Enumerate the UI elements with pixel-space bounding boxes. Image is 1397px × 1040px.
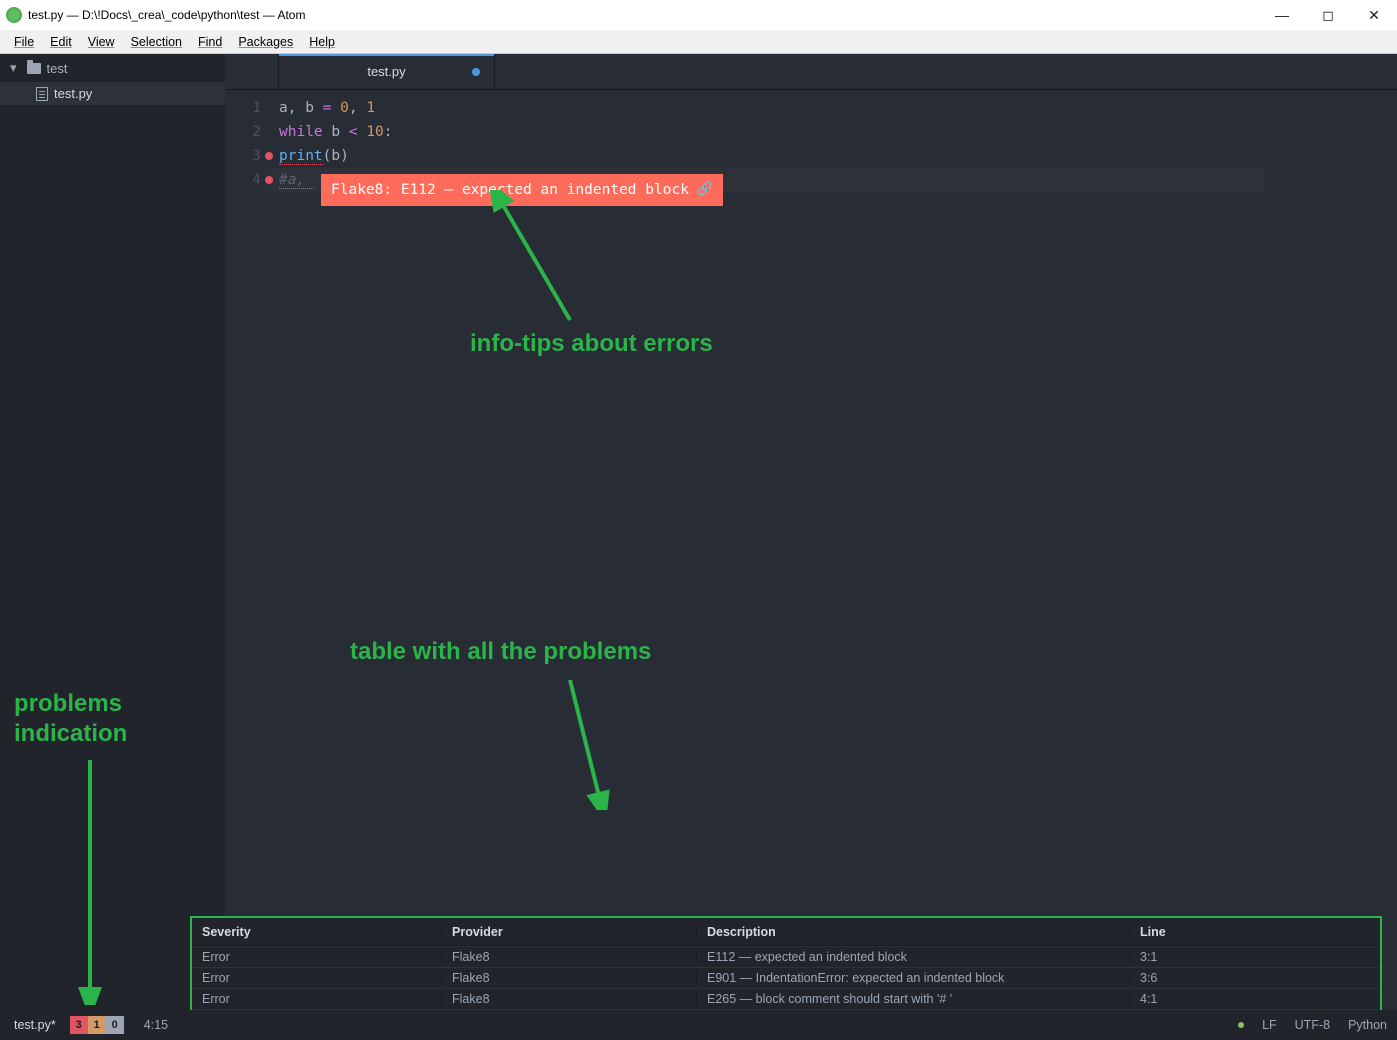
col-severity[interactable]: Severity xyxy=(192,925,442,939)
atom-app-icon xyxy=(6,7,22,23)
status-file[interactable]: test.py* xyxy=(0,1018,70,1032)
problem-row[interactable]: ErrorFlake8E265 — block comment should s… xyxy=(192,988,1380,1009)
window-title: test.py — D:\!Docs\_crea\_code\python\te… xyxy=(28,8,305,22)
col-provider[interactable]: Provider xyxy=(442,925,697,939)
language[interactable]: Python xyxy=(1348,1018,1387,1032)
window-controls: — ◻ ✕ xyxy=(1259,0,1397,30)
col-line[interactable]: Line xyxy=(1130,925,1380,939)
linter-tooltip[interactable]: Flake8: E112 — expected an indented bloc… xyxy=(321,174,723,206)
encoding[interactable]: UTF-8 xyxy=(1295,1018,1330,1032)
minimize-button[interactable]: — xyxy=(1259,0,1305,30)
status-bar: test.py* 3 1 0 4:15 LF UTF-8 Python xyxy=(0,1010,1397,1040)
menu-find[interactable]: Find xyxy=(192,33,228,51)
tab-label: test.py xyxy=(367,64,405,79)
tree-file[interactable]: test.py xyxy=(0,82,225,105)
error-marker-icon xyxy=(265,152,273,160)
line-ending[interactable]: LF xyxy=(1262,1018,1277,1032)
error-count-badge: 3 xyxy=(70,1016,88,1034)
tree-sidebar: test test.py xyxy=(0,54,225,1010)
tree-root[interactable]: test xyxy=(0,54,225,82)
menu-help[interactable]: Help xyxy=(303,33,341,51)
title-bar: test.py — D:\!Docs\_crea\_code\python\te… xyxy=(0,0,1397,30)
menu-bar: File Edit View Selection Find Packages H… xyxy=(0,30,1397,54)
tree-root-label: test xyxy=(47,61,68,76)
problem-row[interactable]: ErrorFlake8E112 — expected an indented b… xyxy=(192,946,1380,967)
git-status-icon[interactable] xyxy=(1238,1022,1244,1028)
problem-badges[interactable]: 3 1 0 xyxy=(70,1016,124,1034)
tooltip-text: Flake8: E112 — expected an indented bloc… xyxy=(331,178,689,202)
folder-icon xyxy=(27,63,41,74)
problem-row[interactable]: ErrorFlake8E901 — IndentationError: expe… xyxy=(192,967,1380,988)
col-description[interactable]: Description xyxy=(697,925,1130,939)
menu-selection[interactable]: Selection xyxy=(125,33,188,51)
code-lines[interactable]: a, b = 0, 1 while b < 10: print(b) #a, F… xyxy=(279,96,1265,192)
menu-edit[interactable]: Edit xyxy=(44,33,78,51)
warning-count-badge: 1 xyxy=(88,1016,106,1034)
editor-area: test.py 1 2 3 4 a, b = 0, 1 while b < 10… xyxy=(225,54,1397,1010)
problems-header: Severity Provider Description Line xyxy=(192,918,1380,946)
info-count-badge: 0 xyxy=(106,1016,124,1034)
menu-view[interactable]: View xyxy=(82,33,121,51)
tab-testpy[interactable]: test.py xyxy=(279,54,495,89)
chevron-down-icon xyxy=(10,60,21,76)
code-area[interactable]: 1 2 3 4 a, b = 0, 1 while b < 10: print(… xyxy=(225,90,1397,192)
menu-file[interactable]: File xyxy=(8,33,40,51)
cursor-position[interactable]: 4:15 xyxy=(144,1018,168,1032)
file-icon xyxy=(36,87,48,101)
link-icon[interactable]: 🔗 xyxy=(697,178,713,202)
tree-file-label: test.py xyxy=(54,86,92,101)
tab-bar: test.py xyxy=(225,54,1397,90)
error-marker-icon xyxy=(265,176,273,184)
close-button[interactable]: ✕ xyxy=(1351,0,1397,30)
modified-indicator-icon xyxy=(472,68,480,76)
menu-packages[interactable]: Packages xyxy=(232,33,299,51)
maximize-button[interactable]: ◻ xyxy=(1305,0,1351,30)
